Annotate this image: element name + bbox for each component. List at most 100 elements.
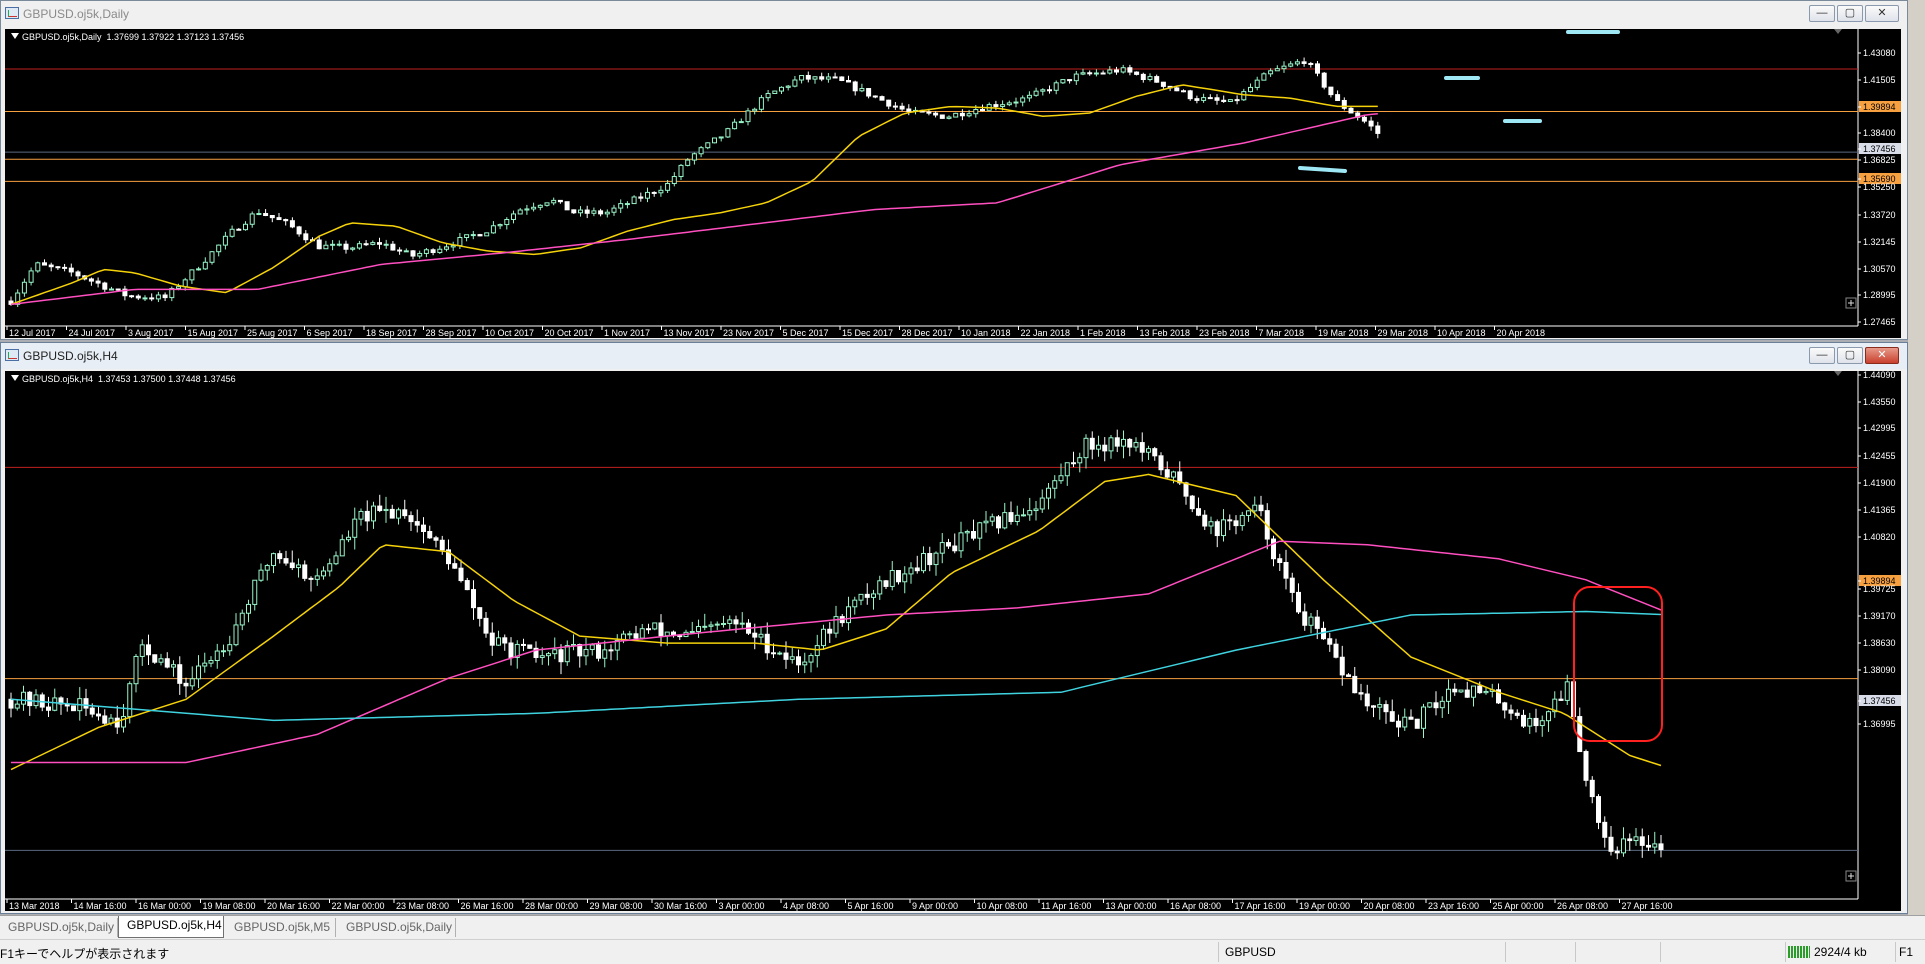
daily-chart-window[interactable]: GBPUSD.oj5k,Daily — ▢ ✕ 1.43080 1.41505 1.…: [0, 0, 1908, 340]
bear-candle: [1364, 693, 1370, 707]
time-tick-label: 19 Mar 2018: [1318, 328, 1369, 338]
bull-candle: [645, 191, 650, 199]
bull-candle: [246, 603, 251, 614]
h4-price-chart[interactable]: 1.44090 1.43550 1.42995 1.42455 1.41900 1.413…: [5, 371, 1901, 911]
bear-candle: [377, 242, 382, 245]
h4-chart-window[interactable]: GBPUSD.oj5k,H4 — ▢ ✕ 1.44090 1.43550 1.429…: [0, 342, 1908, 914]
window-titlebar[interactable]: GBPUSD.oj5k,H4 — ▢ ✕: [1, 343, 1907, 369]
time-tick-label: 23 Nov 2017: [723, 328, 774, 338]
time-tick-label: 25 Apr 00:00: [1493, 901, 1544, 911]
bull-candle: [966, 113, 972, 117]
close-button[interactable]: ✕: [1865, 347, 1899, 364]
bear-candle: [83, 698, 89, 709]
time-tick-label: 4 Apr 08:00: [783, 901, 829, 911]
bear-candle: [88, 278, 94, 282]
bull-candle: [1133, 442, 1139, 448]
maximize-button[interactable]: ▢: [1837, 5, 1863, 22]
bull-candle: [752, 108, 758, 112]
bear-candle: [651, 191, 657, 194]
daily-price-chart[interactable]: 1.43080 1.41505 1.39894 1.38400 1.37456 1.368…: [5, 29, 1901, 338]
bear-candle: [832, 76, 838, 79]
bear-candle: [1639, 836, 1645, 846]
bear-candle: [1339, 656, 1345, 676]
bull-candle: [939, 542, 945, 554]
bear-candle: [1335, 94, 1341, 101]
bear-candle: [608, 649, 614, 652]
bear-candle: [1114, 437, 1120, 447]
tab-gbpusd-daily-2[interactable]: GBPUSD.oj5k,Daily: [338, 918, 456, 937]
bear-candle: [276, 217, 282, 221]
window-titlebar[interactable]: GBPUSD.oj5k,Daily — ▢ ✕: [1, 1, 1907, 27]
price-tick-label: 1.42455: [1863, 451, 1896, 461]
close-button[interactable]: ✕: [1865, 5, 1899, 22]
bull-candle: [1527, 717, 1533, 727]
bear-candle: [564, 201, 570, 211]
bull-candle: [21, 281, 27, 294]
bull-candle: [921, 552, 926, 572]
bull-candle: [1013, 101, 1019, 104]
shift-marker-icon: [1834, 371, 1842, 376]
bull-candle: [624, 203, 630, 206]
bull-candle: [1252, 504, 1258, 512]
tab-gbpusd-daily[interactable]: GBPUSD.oj5k,Daily: [0, 918, 118, 937]
bull-candle: [28, 270, 34, 283]
time-tick-label: 19 Apr 00:00: [1299, 901, 1350, 911]
bear-candle: [390, 243, 396, 251]
bull-candle: [618, 203, 624, 209]
bear-candle: [48, 264, 54, 268]
bull-candle: [321, 570, 326, 577]
bear-candle: [1315, 63, 1320, 74]
bear-candle: [1396, 720, 1401, 728]
bear-candle: [1508, 709, 1514, 714]
bear-candle: [638, 196, 644, 199]
bull-candle: [21, 691, 26, 705]
bull-candle: [825, 76, 831, 80]
bull-candle: [330, 243, 336, 246]
bull-candle: [1147, 76, 1153, 81]
minimize-button[interactable]: —: [1809, 5, 1835, 22]
price-tick-label: 1.27465: [1863, 317, 1896, 327]
bull-candle: [1621, 838, 1626, 854]
bear-candle: [62, 266, 68, 269]
bear-candle: [1514, 712, 1520, 716]
bull-candle: [464, 234, 470, 239]
chart-window-icon: [5, 7, 19, 19]
bull-candle: [1239, 514, 1245, 527]
time-tick-label: 17 Apr 16:00: [1235, 901, 1286, 911]
minimize-button[interactable]: —: [1809, 347, 1835, 364]
bear-candle: [1214, 521, 1220, 537]
bull-candle: [314, 575, 320, 580]
bear-candle: [1302, 611, 1308, 626]
bull-candle: [423, 249, 429, 254]
chart-ohlc-text: GBPUSD.oj5k,Daily 1.37699 1.37922 1.3712…: [22, 32, 245, 42]
bull-candle: [589, 644, 595, 651]
bull-candle: [871, 593, 876, 598]
bull-candle: [977, 522, 983, 539]
bear-candle: [508, 642, 514, 658]
bull-candle: [457, 237, 463, 247]
bull-candle: [1121, 438, 1126, 447]
tab-gbpusd-m5[interactable]: GBPUSD.oj5k,M5: [226, 918, 336, 937]
bull-candle: [133, 655, 139, 685]
collapse-arrow-icon[interactable]: [11, 375, 19, 381]
bear-candle: [1608, 836, 1614, 852]
bear-candle: [1202, 514, 1208, 527]
bear-candle: [1189, 495, 1195, 510]
bull-candle: [852, 599, 858, 608]
bull-candle: [1033, 90, 1039, 96]
bull-candle: [249, 213, 255, 225]
bull-candle: [437, 248, 443, 254]
price-tick-label: 1.36825: [1863, 155, 1896, 165]
bull-candle: [658, 189, 664, 194]
bear-candle: [152, 654, 158, 663]
collapse-arrow-icon[interactable]: [11, 33, 19, 39]
time-tick-label: 12 Jul 2017: [9, 328, 56, 338]
tab-gbpusd-h4[interactable]: GBPUSD.oj5k,H4: [118, 916, 224, 938]
maximize-button[interactable]: ▢: [1837, 347, 1863, 364]
bear-candle: [557, 199, 563, 203]
time-tick-label: 22 Jan 2018: [1021, 328, 1071, 338]
bull-candle: [243, 223, 248, 231]
bear-candle: [892, 105, 898, 108]
bull-candle: [989, 516, 995, 522]
bear-candle: [1271, 538, 1276, 560]
